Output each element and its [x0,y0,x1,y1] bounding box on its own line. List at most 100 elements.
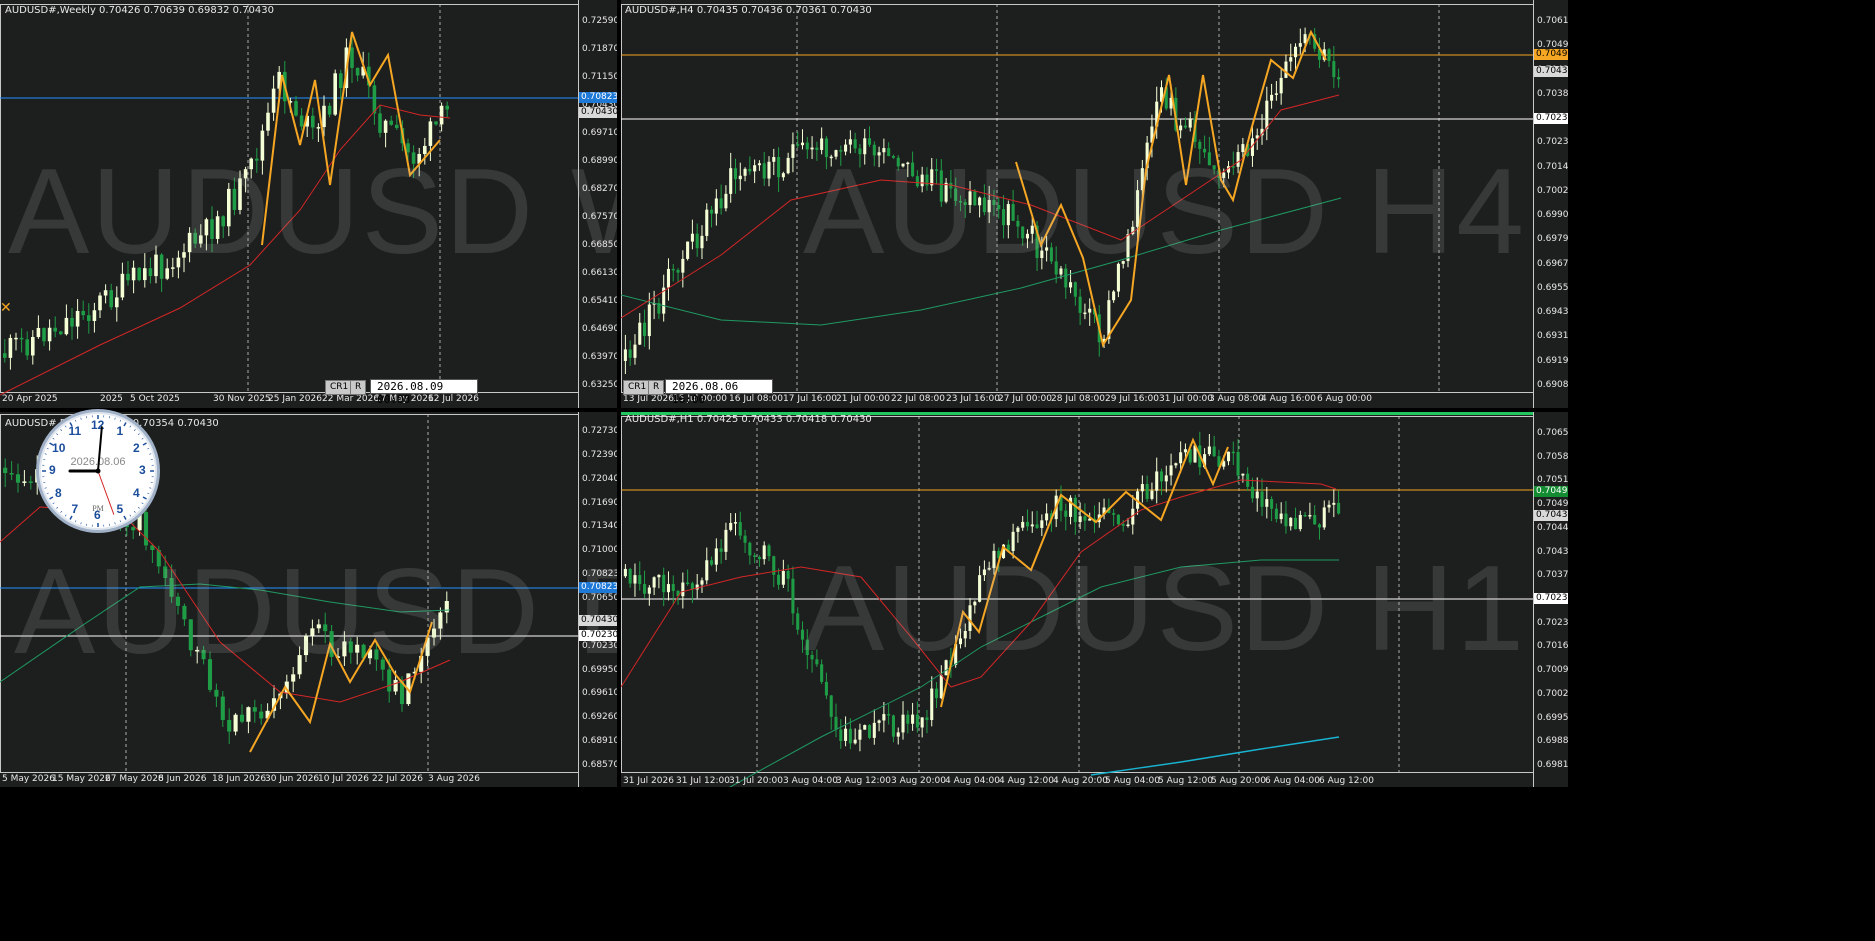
candle-body [1030,524,1034,527]
candle-body [743,535,747,543]
candle-body [781,571,785,585]
candle-body [439,105,444,125]
time-label: 6 Aug 00:00 [1317,394,1372,404]
time-label: 4 Aug 12:00 [999,776,1054,786]
candle-body [1212,446,1216,457]
candle-body [87,315,91,321]
time-label: 13 Jul 2026 [623,394,674,404]
candle-body [9,473,14,475]
clock-tick [74,520,77,523]
candle-body [791,578,795,614]
candle-body [355,67,360,76]
price-tag-white: 0.70230 [1534,113,1568,124]
candle-body [1140,484,1144,492]
candle-body [671,268,675,271]
candle-body [681,258,685,273]
candle-body [666,584,671,593]
r-button-h4[interactable]: R [648,380,665,395]
datetime-box-w1: 2026.08.09 00:00 [370,379,478,406]
candle-body [1078,296,1082,313]
price-tag-current: 0.70430 [1534,510,1568,521]
candle-body [791,144,795,158]
candle-body [434,121,438,125]
price-label: 0.69815 [1537,760,1568,770]
candle-body [710,560,714,565]
candle-body [53,327,57,332]
candle-body [3,353,7,358]
price-tag-white: 0.70230 [1534,593,1568,604]
time-label: 30 Nov 2025 [213,394,271,404]
candle-body [628,349,632,358]
candle-body [1116,514,1120,525]
watermark-h1: AUDUSD H1 [803,540,1527,676]
candle-body [796,144,800,146]
time-label: 8 Jun 2026 [158,774,207,784]
price-label: 0.70095 [1537,665,1568,676]
price-label: 0.70165 [1537,641,1568,652]
clock-tick [133,510,136,513]
candle-body [299,115,304,127]
candle-body [1064,510,1068,517]
candle-body [1040,520,1044,528]
time-label: 16 Jul 08:00 [729,394,783,404]
candle-body [762,163,766,179]
candle-body [1337,77,1341,80]
moving-average-long [1090,736,1340,776]
analog-clock-widget[interactable]: 121234567891011 2026.08.06 PM [36,409,160,533]
chart-window-w1[interactable]: AUDUSD#,Weekly 0.70426 0.70639 0.69832 0… [0,0,617,408]
candle-body [906,714,910,724]
candle-body [829,695,833,717]
candle-body [1270,94,1274,101]
clock-tick [137,433,140,436]
clock-tick [142,442,147,446]
price-label: 0.69435 [1537,307,1568,318]
price-tag-current: 0.70430 [1534,66,1568,77]
price-label: 0.70615 [1537,16,1568,26]
price-label: 0.69710 [582,128,617,138]
clock-tick [56,506,59,509]
candle-body [647,304,651,337]
price-label: 0.68910 [582,736,617,747]
price-label: 0.69315 [1537,331,1568,342]
candle-body [643,584,647,594]
candle-body [246,707,251,722]
clock-tick [44,487,47,489]
candle-body [1279,513,1283,520]
clock-tick [60,510,63,513]
watermark-d1: AUDUSD D1 [14,543,617,679]
candle-body [733,522,738,524]
time-label: 31 Jul 20:00 [729,776,783,786]
candle-body [1255,491,1259,499]
price-label: 0.70823 [582,569,617,580]
object-marker-icon[interactable]: ✕ [0,300,12,316]
price-label: 0.72040 [582,473,617,484]
candle-body [848,728,852,744]
clock-tick [49,496,54,500]
candle-body [781,173,785,178]
candle-body [92,310,97,321]
candle-body [786,157,790,174]
time-label: 4 Aug 20:00 [1053,776,1108,786]
candle-body [1188,118,1192,128]
candle-body [1327,49,1331,62]
chart-window-h4[interactable]: AUDUSD#,H4 0.70435 0.70436 0.70361 0.704… [621,0,1568,408]
candle-body [930,688,934,721]
chart-window-h1[interactable]: AUDUSD#,H1 0.70425 0.70433 0.70418 0.704… [621,412,1568,787]
time-label: 22 Jul 08:00 [891,394,945,404]
r-button-w1[interactable]: R [350,380,367,395]
candle-body [1337,502,1341,514]
candle-body [1322,507,1326,528]
candle-body [445,105,449,110]
candle-body [1231,451,1235,454]
chart-title-h1: AUDUSD#,H1 0.70425 0.70433 0.70418 0.704… [625,414,872,425]
price-label: 0.70025 [1537,688,1568,699]
candle-body [767,545,771,557]
candle-body [15,474,21,483]
clock-tick [149,487,152,489]
time-label: 5 May 2026 [2,774,55,784]
candle-body [1289,57,1293,62]
price-label: 0.72730 [582,426,617,436]
price-label: 0.65410 [582,296,617,306]
candle-body [1069,282,1073,288]
candle-body [633,344,637,358]
